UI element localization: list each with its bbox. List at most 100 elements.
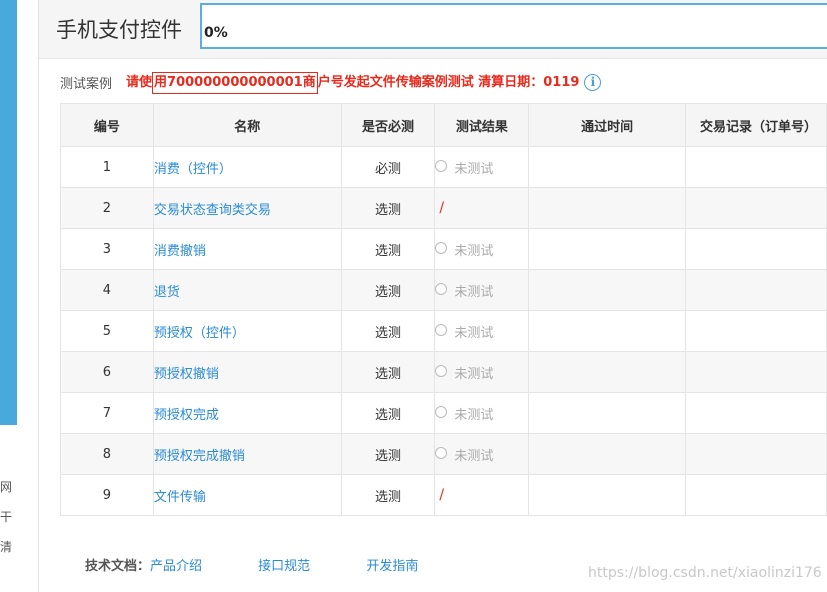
cell-name-link[interactable]: 消费撤销 [152,228,342,270]
column-header-transaction-record: 交易记录（订单号） [684,103,827,147]
status-radio-icon [435,446,448,459]
cell-name-link[interactable]: 消费（控件） [152,146,342,188]
result-text: 未测试 [454,407,494,423]
test-case-label: 测试案例 [60,76,113,92]
result-text: 未测试 [454,161,494,177]
table-row: 5 预授权（控件） 选测 未测试 [60,310,827,352]
tech-docs-label: 技术文档： [85,559,151,574]
table-row: 7 预授权完成 选测 未测试 [60,392,827,434]
column-header-name: 名称 [152,103,342,147]
table-row: 3 消费撤销 选测 未测试 [60,228,827,270]
cell-name-link[interactable]: 预授权完成撤销 [152,433,342,475]
cell-required: 选测 [340,351,436,393]
result-text: 未测试 [454,325,494,341]
left-sidebar: 网 干 清 [0,0,39,592]
cell-no: 5 [60,310,154,352]
cell-required: 必测 [340,146,436,188]
cell-required: 选测 [340,269,436,311]
result-na: / [439,200,445,216]
main-content: 手机支付控件 0% 测试案例 请使 用700000000000001商 户号发起文件… [39,0,827,592]
result-text: 未测试 [454,243,494,259]
cell-no: 1 [60,146,154,188]
cell-result: 未测试 [434,269,530,311]
cell-no: 6 [60,351,154,393]
cell-required: 选测 [340,392,436,434]
cell-no: 2 [60,187,154,229]
cell-result: 未测试 [434,310,530,352]
table-row: 9 文件传输 选测 / [60,474,827,516]
page-title: 手机支付控件 [56,18,182,42]
sidebar-text-fragment: 干 [0,510,12,524]
table-row: 2 交易状态查询类交易 选测 / [60,187,827,229]
table-row: 8 预授权完成撤销 选测 未测试 [60,433,827,475]
cell-transaction-record [684,269,827,311]
cell-no: 7 [60,392,154,434]
status-radio-icon [435,405,448,418]
cell-transaction-record [684,433,827,475]
cell-pass-time [528,269,686,311]
cell-no: 9 [60,474,154,516]
sidebar-text-fragment: 清 [0,540,12,554]
tech-docs-footer: 技术文档：产品介绍 接口规范 开发指南 [85,555,418,574]
link-dev-guide[interactable]: 开发指南 [366,559,418,574]
cell-pass-time [528,433,686,475]
status-radio-icon [435,364,448,377]
table-row: 1 消费（控件） 必测 未测试 [60,146,827,188]
result-text: 未测试 [454,284,494,300]
cell-name-link[interactable]: 文件传输 [152,474,342,516]
cell-result: 未测试 [434,146,530,188]
cell-required: 选测 [340,228,436,270]
cell-required: 选测 [340,433,436,475]
cell-name-link[interactable]: 交易状态查询类交易 [152,187,342,229]
status-radio-icon [435,282,448,295]
cell-transaction-record [684,392,827,434]
cell-transaction-record [684,187,827,229]
cell-no: 8 [60,433,154,475]
result-text: 未测试 [454,366,494,382]
column-header-pass-time: 通过时间 [528,103,686,147]
table-row: 4 退货 选测 未测试 [60,269,827,311]
column-header-required: 是否必测 [340,103,436,147]
column-header-no: 编号 [60,103,154,147]
table-body: 1 消费（控件） 必测 未测试 2 交易状态查询类交易 选测/3 消费撤销 选测 未测试 4 退货 选测… [60,146,827,516]
info-icon[interactable]: i [584,73,602,91]
cell-transaction-record [684,228,827,270]
cell-result: 未测试 [434,228,530,270]
cell-pass-time [528,392,686,434]
cell-no: 3 [60,228,154,270]
cell-result: / [434,474,530,516]
result-text: 未测试 [454,448,494,464]
test-case-info: 测试案例 请使 用700000000000001商 户号发起文件传输案例测试 清算日… [60,70,602,94]
progress-bar: 0% [200,3,827,49]
cell-result: / [434,187,530,229]
cell-pass-time [528,187,686,229]
cell-pass-time [528,228,686,270]
cell-transaction-record [684,474,827,516]
cell-result: 未测试 [434,351,530,393]
cell-name-link[interactable]: 预授权（控件） [152,310,342,352]
cell-transaction-record [684,146,827,188]
status-radio-icon [435,323,448,336]
cell-transaction-record [684,351,827,393]
column-header-result: 测试结果 [434,103,530,147]
cell-pass-time [528,146,686,188]
link-product-intro[interactable]: 产品介绍 [150,559,202,574]
table-header-row: 编号 名称 是否必测 测试结果 通过时间 交易记录（订单号） [60,103,827,147]
result-na: / [439,487,445,503]
notice-suffix: 户号发起文件传输案例测试 清算日期：0119 [317,74,580,90]
cell-pass-time [528,310,686,352]
table-row: 6 预授权撤销 选测 未测试 [60,351,827,393]
cell-result: 未测试 [434,392,530,434]
cell-name-link[interactable]: 退货 [152,269,342,311]
cell-required: 选测 [340,187,436,229]
cell-pass-time [528,351,686,393]
cell-name-link[interactable]: 预授权撤销 [152,351,342,393]
sidebar-blue-panel [0,0,17,425]
cell-transaction-record [684,310,827,352]
cell-required: 选测 [340,474,436,516]
cell-result: 未测试 [434,433,530,475]
link-api-spec[interactable]: 接口规范 [258,559,310,574]
status-radio-icon [435,159,448,172]
cell-name-link[interactable]: 预授权完成 [152,392,342,434]
cell-pass-time [528,474,686,516]
